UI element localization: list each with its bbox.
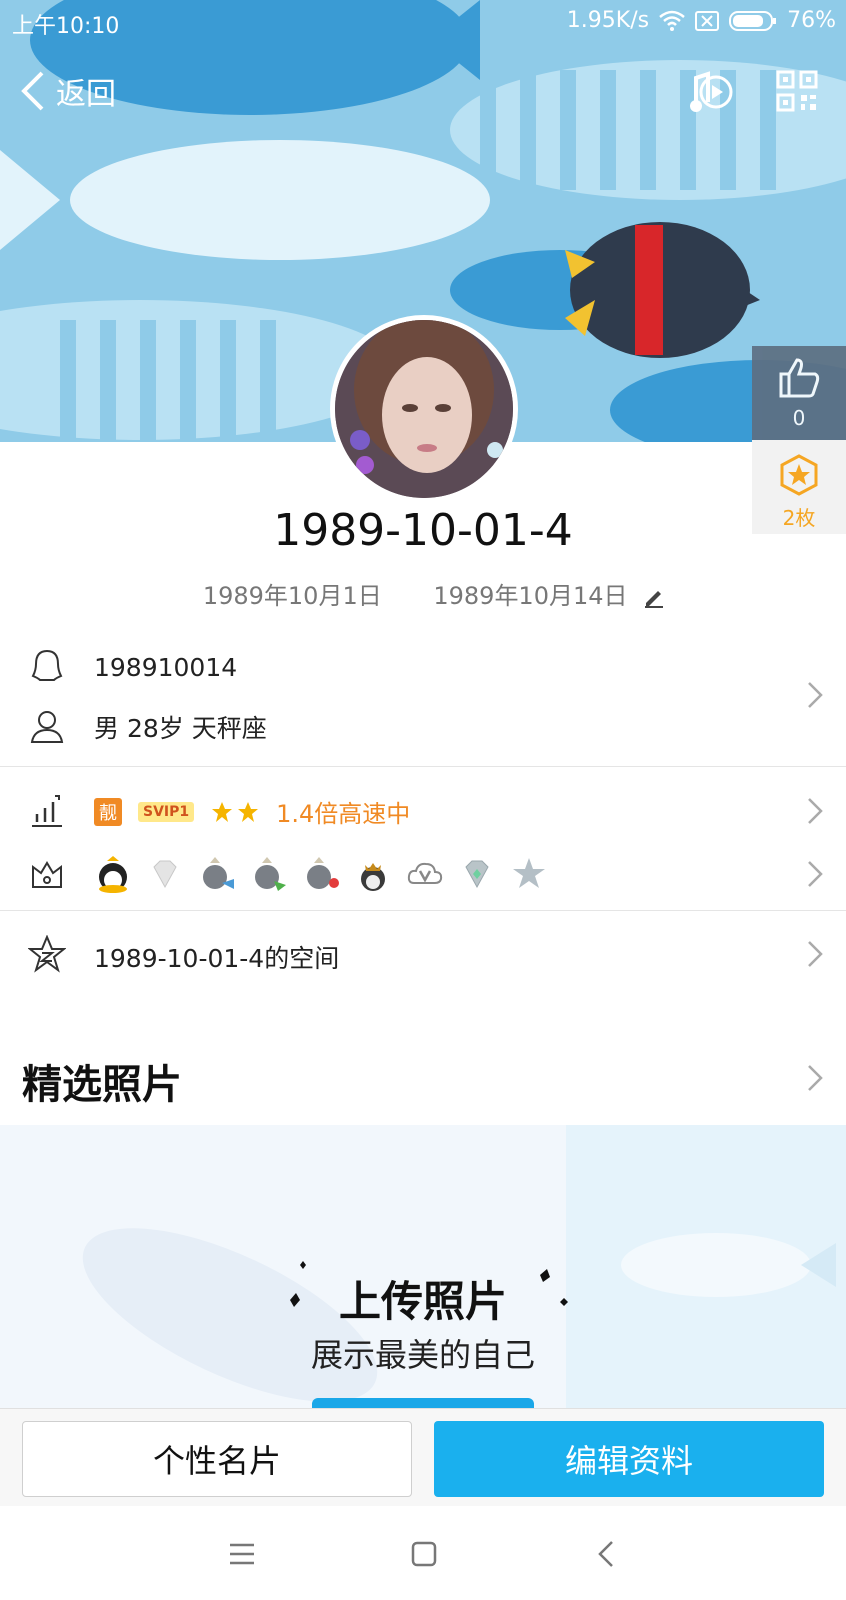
menu-icon[interactable] (224, 1536, 260, 1572)
qq-number-row[interactable]: 198910014 (0, 640, 846, 694)
penguin-fish-badge-icon (203, 857, 234, 889)
penguin-arrow-badge-icon (255, 857, 286, 891)
battery-percent: 76% (787, 8, 836, 33)
gender-age-zodiac: 男 28岁 天秤座 (94, 714, 267, 743)
star-medal-icon (780, 454, 818, 496)
crown-icon (32, 861, 62, 888)
qr-code-icon[interactable] (776, 70, 818, 112)
vip-info: 靓 SVIP1 1.4倍高速中 (94, 794, 410, 829)
qq-penguin-badge-icon (99, 856, 127, 893)
profile-dates: 1989年10月1日 1989年10月14日 (0, 576, 846, 611)
upload-photo-title: 上传照片 (338, 1277, 507, 1326)
level-stars (210, 800, 260, 824)
thumbs-up-icon (779, 358, 820, 398)
diamond-badge-icon (153, 860, 177, 889)
penguin-outline-icon (31, 649, 63, 681)
king-penguin-badge-icon (361, 863, 385, 891)
chevron-right-icon (808, 861, 823, 887)
speed-text: 1.4倍高速中 (276, 800, 411, 828)
birthday-text: 1989年10月1日 (202, 582, 382, 610)
avatar[interactable] (330, 315, 518, 503)
sim-icon (695, 10, 720, 31)
basic-info-row[interactable]: 男 28岁 天秤座 (0, 700, 846, 754)
badges-row[interactable] (0, 845, 846, 903)
badge-list (94, 855, 548, 893)
chevron-left-icon (21, 71, 44, 111)
star-icon (238, 801, 259, 822)
qzone-star-icon (28, 935, 66, 973)
system-nav-bar (0, 1506, 846, 1600)
svip-badge: SVIP1 (138, 801, 195, 822)
chevron-right-icon (808, 941, 823, 967)
edit-profile-button[interactable]: 编辑资料 (434, 1421, 824, 1497)
person-icon (30, 711, 64, 743)
qq-number: 198910014 (94, 652, 238, 682)
chevron-right-icon (808, 798, 823, 824)
vip-row[interactable]: 靓 SVIP1 1.4倍高速中 (0, 782, 846, 840)
divider (0, 910, 846, 911)
penguin-star-badge-icon (307, 857, 339, 889)
level-chart-icon (32, 795, 62, 827)
back-nav-icon[interactable] (590, 1536, 626, 1572)
nickname: 1989-10-01-4 (273, 505, 573, 556)
second-date-text[interactable]: 1989年10月14日 (433, 582, 627, 610)
wifi-icon (659, 10, 685, 31)
chevron-right-icon[interactable] (806, 1063, 824, 1093)
upload-photo-button[interactable] (312, 1398, 534, 1408)
home-icon[interactable] (406, 1536, 442, 1572)
like-button[interactable]: 0 (752, 346, 846, 440)
status-bar: 上午10:10 1.95K/s 76% (0, 0, 846, 44)
like-count: 0 (792, 406, 806, 430)
cloud-v-badge-icon (407, 862, 443, 884)
music-icon[interactable] (686, 68, 736, 118)
back-button[interactable]: 返回 (18, 66, 116, 116)
star-icon (212, 801, 233, 822)
net-speed: 1.95K/s (566, 8, 650, 33)
edit-pencil-icon[interactable] (643, 586, 665, 608)
bottom-action-bar: 个性名片 编辑资料 (0, 1408, 846, 1506)
battery-icon (729, 10, 777, 31)
personal-card-button[interactable]: 个性名片 (22, 1421, 412, 1497)
gray-diamond-badge-icon (465, 860, 489, 889)
upload-photo-subtitle: 展示最美的自己 (310, 1336, 535, 1374)
qzone-row[interactable]: 1989-10-01-4的空间 (0, 925, 846, 983)
back-label: 返回 (56, 77, 116, 112)
liang-badge: 靓 (94, 797, 122, 826)
divider (0, 766, 846, 767)
qzone-label: 1989-10-01-4的空间 (94, 944, 340, 973)
chevron-right-icon[interactable] (806, 680, 824, 710)
status-time: 上午10:10 (12, 14, 120, 39)
gray-star-badge-icon (513, 858, 545, 888)
featured-photos-title: 精选照片 (22, 1062, 182, 1108)
